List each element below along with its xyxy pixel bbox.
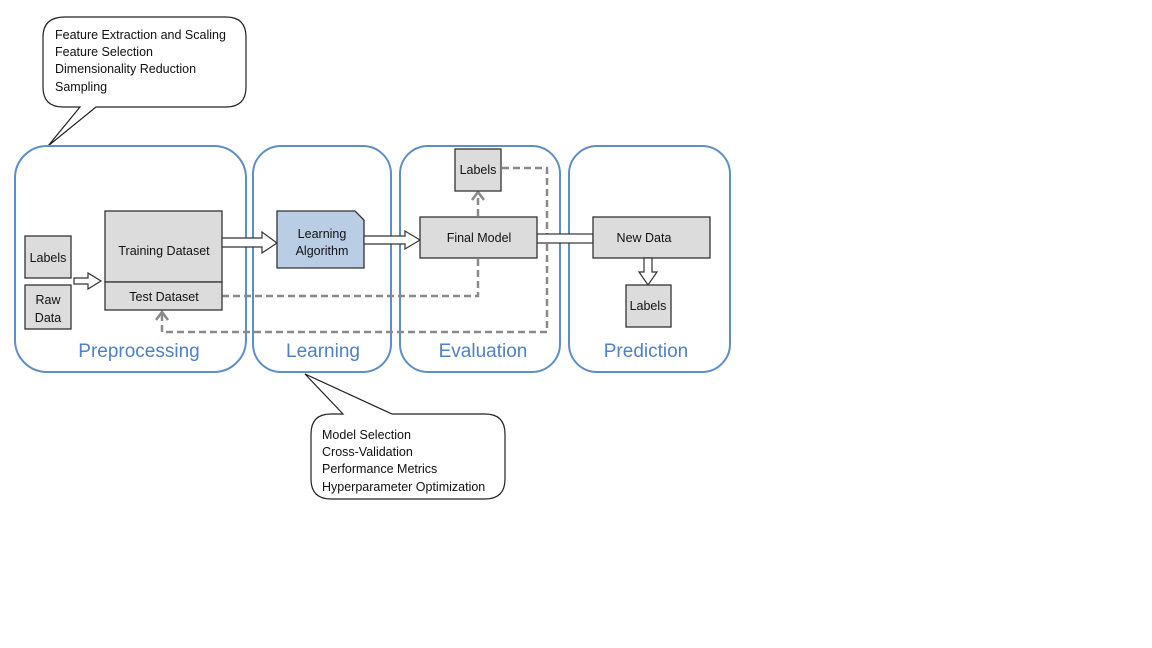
training-dataset-box: Training Dataset <box>104 210 223 283</box>
callout-line: Feature Extraction and Scaling <box>55 28 226 42</box>
callout-line: Feature Selection <box>55 45 153 59</box>
callout-line: Sampling <box>55 80 107 94</box>
box-label: Training Dataset <box>118 244 210 258</box>
box-label: Algorithm <box>296 244 349 258</box>
box-label: Labels <box>460 163 497 177</box>
ml-workflow-diagram: Feature Extraction and Scaling Feature S… <box>14 16 731 500</box>
raw-data-box: Raw Data <box>24 284 72 330</box>
box-label: Data <box>35 311 61 325</box>
box-label: Labels <box>30 251 67 265</box>
learning-algorithm-box: Learning Algorithm <box>276 210 365 269</box>
panel-label: Preprocessing <box>78 341 199 362</box>
new-data-box: New Data <box>592 216 711 259</box>
eval-labels-box: Labels <box>454 148 502 192</box>
panel-label: Learning <box>286 341 360 362</box>
panel-label: Evaluation <box>439 341 528 362</box>
box-label: Labels <box>630 299 667 313</box>
predicted-labels-box: Labels <box>625 284 672 328</box>
callout-line: Performance Metrics <box>322 462 437 476</box>
box-label: Raw <box>35 293 61 307</box>
callout-line: Model Selection <box>322 428 411 442</box>
box-label: Final Model <box>447 231 512 245</box>
learning-callout: Model Selection Cross-Validation Perform… <box>304 373 506 500</box>
final-model-box: Final Model <box>419 216 538 259</box>
box-label: Learning <box>298 227 347 241</box>
labels-input-box: Labels <box>24 235 72 279</box>
model-to-newdata-connector <box>536 233 594 244</box>
callout-line: Cross-Validation <box>322 445 413 459</box>
preprocessing-callout: Feature Extraction and Scaling Feature S… <box>42 16 247 147</box>
test-dataset-box: Test Dataset <box>104 281 223 311</box>
panel-label: Prediction <box>604 341 689 362</box>
box-label: Test Dataset <box>129 290 199 304</box>
callout-line: Hyperparameter Optimization <box>322 480 485 494</box>
callout-line: Dimensionality Reduction <box>55 62 196 76</box>
box-label: New Data <box>617 231 672 245</box>
